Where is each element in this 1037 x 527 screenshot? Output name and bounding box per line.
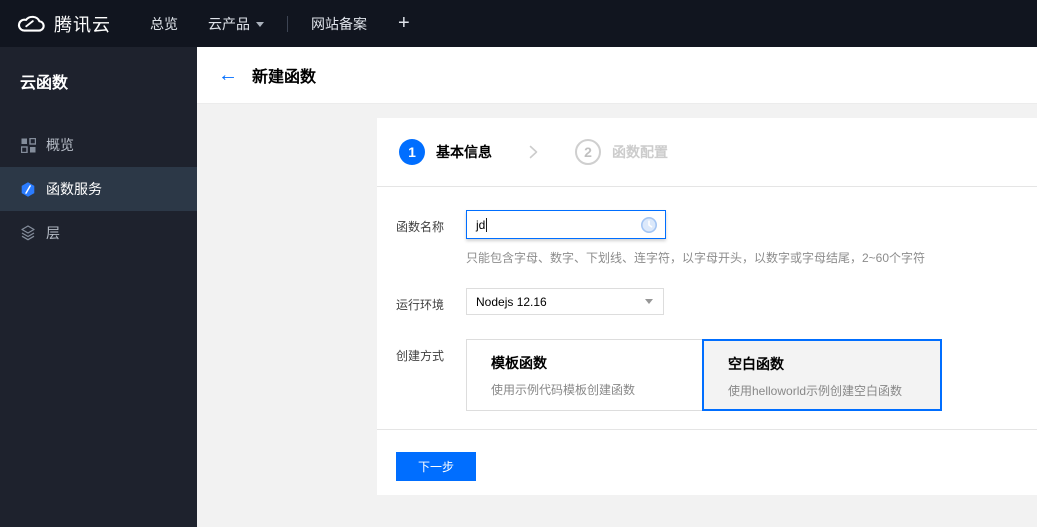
cloud-logo-icon <box>17 15 45 32</box>
panel-footer: 下一步 <box>377 429 1037 495</box>
validating-clock-icon <box>640 216 658 234</box>
grid-icon <box>20 137 36 153</box>
step-2-circle: 2 <box>575 139 601 165</box>
function-name-row: 函数名称 jd 只能包含字母、数字、下划线、连字符，以字母开头，以数字或字母结尾… <box>396 210 1037 266</box>
sidebar-item-label: 层 <box>46 225 60 241</box>
creation-method-label: 创建方式 <box>396 349 445 363</box>
select-caret-icon <box>645 299 653 304</box>
step-2-label: 函数配置 <box>612 144 668 160</box>
sidebar: 云函数 概览 函数服务 层 <box>0 47 197 527</box>
sidebar-menu: 概览 函数服务 层 <box>0 123 197 255</box>
chevron-down-icon <box>256 22 264 27</box>
creation-method-cards: 模板函数 使用示例代码模板创建函数 空白函数 使用helloworld示例创建空… <box>466 339 942 411</box>
runtime-label: 运行环境 <box>396 298 445 312</box>
nav-divider <box>287 15 288 32</box>
nav-item-cloud-products[interactable]: 云产品 <box>193 0 279 47</box>
runtime-select[interactable]: Nodejs 12.16 <box>466 288 664 315</box>
card-blank-function[interactable]: 空白函数 使用helloworld示例创建空白函数 <box>702 339 942 411</box>
card-title: 空白函数 <box>728 356 784 372</box>
creation-method-row: 创建方式 模板函数 使用示例代码模板创建函数 空白函数 使用helloworld… <box>396 339 1037 411</box>
nav-item-overview[interactable]: 总览 <box>135 0 193 47</box>
sidebar-item-layers[interactable]: 层 <box>0 211 197 255</box>
sidebar-item-label: 函数服务 <box>46 181 102 197</box>
scf-hexagon-icon <box>20 181 36 197</box>
sidebar-item-overview[interactable]: 概览 <box>0 123 197 167</box>
top-nav: 总览 云产品 网站备案 + <box>135 0 426 47</box>
card-title: 模板函数 <box>491 355 547 371</box>
add-tab-button[interactable]: + <box>382 0 426 47</box>
brand-name: 腾讯云 <box>54 14 111 35</box>
card-template-function[interactable]: 模板函数 使用示例代码模板创建函数 <box>466 339 703 411</box>
function-name-input[interactable]: jd <box>466 210 666 239</box>
layers-icon <box>20 225 36 241</box>
next-step-button[interactable]: 下一步 <box>396 452 476 481</box>
page-header: ← 新建函数 <box>197 47 1037 104</box>
page-title: 新建函数 <box>252 69 317 86</box>
sidebar-item-function-service[interactable]: 函数服务 <box>0 167 197 211</box>
step-indicator: 1 基本信息 2 函数配置 <box>377 118 1037 187</box>
topbar: 腾讯云 总览 云产品 网站备案 + <box>0 0 1037 47</box>
function-name-value: jd <box>476 217 486 232</box>
runtime-selected-value: Nodejs 12.16 <box>476 294 547 309</box>
content: 1 基本信息 2 函数配置 函数名称 jd 只能包含字母、数字、下划线、连字符，… <box>197 104 1037 527</box>
text-cursor <box>486 217 488 232</box>
step-chevron-icon <box>529 145 538 159</box>
step-1-circle: 1 <box>399 139 425 165</box>
card-description: 使用示例代码模板创建函数 <box>491 383 636 397</box>
function-name-label: 函数名称 <box>396 220 445 234</box>
step-basic-info: 1 基本信息 <box>399 139 492 165</box>
function-name-hint: 只能包含字母、数字、下划线、连字符，以字母开头，以数字或字母结尾，2~60个字符 <box>466 251 926 265</box>
create-function-panel: 1 基本信息 2 函数配置 函数名称 jd 只能包含字母、数字、下划线、连字符，… <box>377 118 1037 495</box>
nav-item-icp-filing[interactable]: 网站备案 <box>296 0 382 47</box>
sidebar-item-label: 概览 <box>46 137 74 153</box>
main-area: ← 新建函数 1 基本信息 2 函数配置 函数名称 jd 只能包含字母、数字、下… <box>197 47 1037 527</box>
basic-info-form: 函数名称 jd 只能包含字母、数字、下划线、连字符，以字母开头，以数字或字母结尾… <box>377 210 1037 411</box>
step-1-label: 基本信息 <box>436 144 492 160</box>
step-function-config: 2 函数配置 <box>575 139 668 165</box>
back-arrow-icon[interactable]: ← <box>218 65 238 85</box>
sidebar-title: 云函数 <box>20 75 69 92</box>
tencent-cloud-logo[interactable]: 腾讯云 <box>15 11 111 37</box>
card-description: 使用helloworld示例创建空白函数 <box>728 384 903 398</box>
runtime-row: 运行环境 Nodejs 12.16 <box>396 288 1037 315</box>
